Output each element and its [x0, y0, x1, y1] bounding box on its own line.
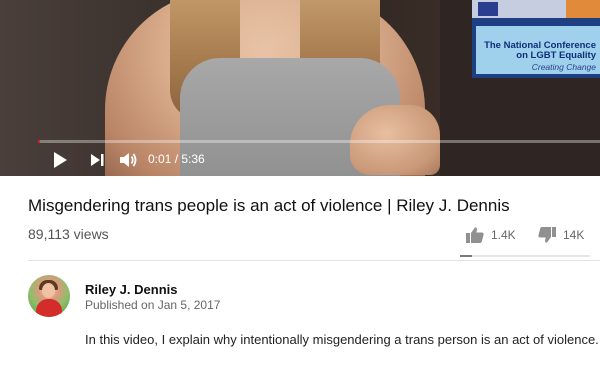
video-description: In this video, I explain why intentional… — [85, 332, 599, 347]
player-controls: 0:01 / 5:36 — [0, 144, 600, 176]
banner-top-strip — [472, 0, 600, 18]
time-separator: / — [171, 152, 182, 166]
play-icon[interactable] — [50, 150, 70, 170]
thumbs-up-icon — [466, 227, 484, 243]
like-count: 1.4K — [491, 228, 516, 242]
divider — [28, 260, 600, 261]
publish-date: Published on Jan 5, 2017 — [85, 298, 221, 312]
banner-line-3: Creating Change — [531, 62, 596, 72]
sentiment-fill — [460, 255, 472, 257]
like-button[interactable]: 1.4K — [466, 226, 516, 244]
duration: 5:36 — [181, 152, 205, 166]
next-icon[interactable] — [88, 150, 108, 170]
view-count: 89,113 views — [28, 226, 109, 242]
channel-avatar[interactable] — [28, 275, 70, 317]
progress-fill — [38, 140, 40, 143]
sentiment-bar — [460, 255, 590, 257]
time-display: 0:01 / 5:36 — [148, 152, 205, 166]
dislike-button[interactable]: 14K — [538, 226, 584, 244]
video-title: Misgendering trans people is an act of v… — [28, 196, 510, 215]
video-player[interactable]: The National Conference on LGBT Equality… — [0, 0, 600, 176]
current-time: 0:01 — [148, 152, 172, 166]
avatar-shirt — [36, 299, 62, 317]
dislike-count: 14K — [563, 228, 585, 242]
banner-line-2: on LGBT Equality — [516, 50, 596, 61]
volume-icon[interactable] — [118, 150, 138, 170]
progress-bar[interactable] — [38, 140, 600, 143]
thumbs-down-icon — [538, 227, 556, 243]
avatar-face — [42, 283, 55, 298]
channel-name[interactable]: Riley J. Dennis — [85, 282, 177, 297]
